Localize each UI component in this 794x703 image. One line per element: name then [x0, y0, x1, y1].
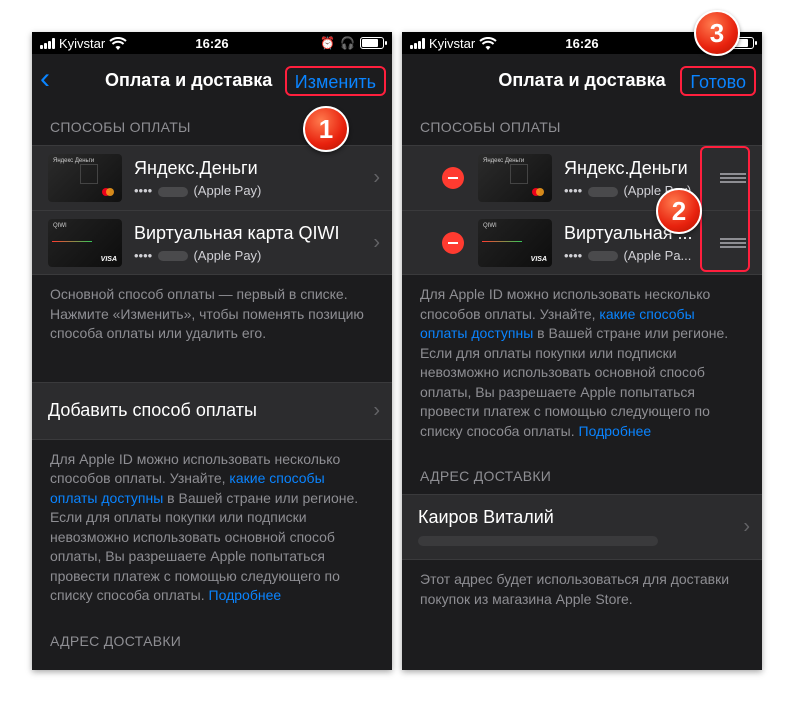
chevron-right-icon: › [373, 231, 380, 253]
alarm-icon: ⏰ [320, 36, 336, 50]
delivery-address-header: АДРЕС ДОСТАВКИ [420, 468, 552, 484]
status-bar: Kyivstar 16:26 ⏰ 🎧 [32, 32, 392, 54]
address-redacted [418, 536, 658, 546]
visa-logo: VISA [100, 255, 117, 263]
more-link[interactable]: Подробнее [579, 423, 652, 439]
chevron-right-icon: › [743, 515, 750, 538]
step-badge-1: 1 [303, 106, 349, 152]
payment-methods-group: Яндекс Деньги Яндекс.Деньги •••• (Apple … [402, 145, 762, 275]
card-number-redacted [157, 251, 188, 262]
headphones-icon: 🎧 [340, 36, 355, 50]
yandex-card-image: Яндекс Деньги [48, 154, 122, 202]
delete-minus-icon[interactable] [442, 167, 464, 189]
chevron-right-icon: › [373, 166, 380, 189]
delete-minus-icon[interactable] [442, 231, 464, 254]
more-link[interactable]: Подробнее [209, 587, 282, 603]
navigation-bar: Оплата и доставка Готово [402, 54, 762, 106]
back-chevron-icon[interactable]: ‹ [40, 64, 50, 94]
payment-methods-header: СПОСОБЫ ОПЛАТЫ [420, 119, 561, 135]
card-number-redacted [157, 186, 188, 197]
qiwi-card-image: QIWI VISA [48, 218, 122, 267]
payment-info-text: Для Apple ID можно использовать нескольк… [50, 450, 359, 604]
card-number-redacted [587, 186, 618, 197]
delivery-address-row[interactable]: Каиров Виталий › [402, 495, 762, 559]
add-payment-method-label: Добавить способ оплаты [48, 400, 257, 420]
address-note: Этот адрес будет использоваться для дост… [420, 571, 730, 607]
reorder-handle-icon[interactable] [720, 173, 746, 183]
page-title: Оплата и доставка [105, 70, 273, 90]
yandex-card-image: Яндекс Деньги [478, 154, 552, 202]
payment-methods-group: Яндекс Деньги Яндекс.Деньги •••• (Apple … [32, 145, 392, 275]
card-number-dots: •••• [134, 247, 153, 263]
settings-list: СПОСОБЫ ОПЛАТЫ Яндекс Деньги Яндекс.День… [402, 106, 762, 670]
address-name: Каиров Виталий [418, 507, 554, 527]
navigation-bar: ‹ Оплата и доставка Изменить [32, 54, 392, 106]
reorder-handle-icon[interactable] [720, 237, 746, 248]
card-name: Виртуальная карта QIWI [134, 222, 340, 243]
card-type: (Apple Pay) [193, 183, 262, 198]
card-type: (Apple Pa... [623, 247, 692, 263]
settings-list: СПОСОБЫ ОПЛАТЫ Яндекс Деньги Яндекс.День… [32, 106, 392, 670]
card-number-dots: •••• [134, 183, 153, 198]
payment-card-yandex: Яндекс Деньги Яндекс.Деньги •••• (Apple … [402, 146, 762, 210]
card-name: Яндекс.Деньги [564, 158, 688, 178]
edit-button[interactable]: Изменить [284, 66, 386, 96]
primary-method-note: Основной способ оплаты — первый в списке… [50, 286, 364, 341]
payment-info-text: Для Apple ID можно использовать нескольк… [420, 286, 729, 439]
chevron-right-icon: › [373, 399, 380, 421]
card-number-redacted [587, 251, 618, 262]
card-number-dots: •••• [564, 183, 583, 198]
add-payment-method-row[interactable]: Добавить способ оплаты › [32, 383, 392, 439]
payment-card-yandex[interactable]: Яндекс Деньги Яндекс.Деньги •••• (Apple … [32, 146, 392, 210]
phone-screen-right: Kyivstar 16:26 ⏰ Оплата и доставка Готов… [402, 32, 762, 670]
step-badge-3: 3 [694, 10, 740, 56]
delivery-address-header: АДРЕС ДОСТАВКИ [50, 632, 182, 649]
card-name: Яндекс.Деньги [134, 158, 258, 178]
mastercard-icon [102, 188, 114, 196]
done-button[interactable]: Готово [680, 66, 756, 96]
payment-card-qiwi: QIWI VISA Виртуальная ... •••• (Apple Pa… [402, 210, 762, 274]
step-badge-2: 2 [656, 188, 702, 234]
qiwi-card-image: QIWI VISA [478, 218, 552, 267]
mastercard-icon [532, 188, 544, 196]
card-number-dots: •••• [564, 247, 583, 263]
visa-logo: VISA [530, 255, 547, 263]
payment-card-qiwi[interactable]: QIWI VISA Виртуальная карта QIWI •••• (A… [32, 210, 392, 274]
battery-icon [360, 37, 387, 49]
card-type: (Apple Pay) [193, 247, 262, 263]
